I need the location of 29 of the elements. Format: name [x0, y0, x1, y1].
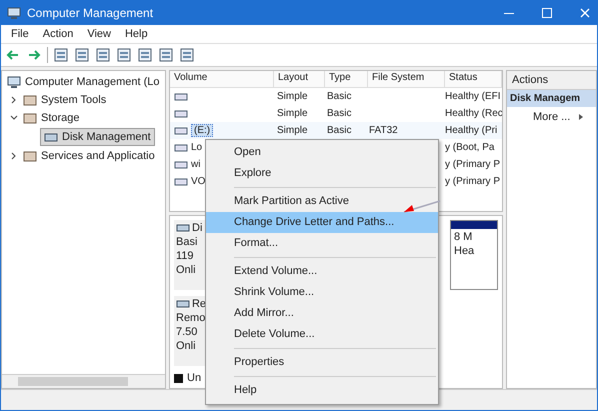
disk-name: Di — [192, 222, 202, 234]
disk-info: Onli — [176, 264, 197, 276]
actions-header: Actions — [507, 71, 596, 90]
disk-info: 119 — [176, 250, 195, 262]
legend-label: Un — [187, 372, 202, 384]
disk-info: 7.50 — [176, 326, 198, 338]
table-cell: FAT32 — [369, 125, 398, 136]
table-cell: Simple — [277, 125, 308, 136]
table-cell: Simple — [277, 108, 308, 119]
disk-info: Onli — [176, 340, 197, 352]
table-cell: Basic — [327, 108, 352, 119]
table-cell: Basic — [327, 125, 352, 136]
table-cell: Lo — [191, 142, 202, 153]
disk-info: Remo — [176, 312, 206, 324]
table-cell: VO — [191, 176, 206, 187]
table-cell: Healthy (EFI — [445, 91, 501, 102]
disk-info: Basi — [176, 236, 198, 248]
partition-info: Hea — [453, 245, 476, 257]
table-cell: wi — [191, 159, 200, 170]
table-cell: y (Primary P — [445, 159, 500, 170]
partition-info: 8 M — [453, 231, 474, 243]
table-cell: Basic — [327, 91, 352, 102]
window-title: Computer Management — [27, 6, 154, 20]
table-cell: y (Boot, Pa — [445, 142, 494, 153]
table-cell: Healthy (Pri — [445, 125, 498, 136]
table-cell: (E:) — [191, 124, 214, 137]
disk-name: Re — [192, 298, 206, 310]
table-cell: Simple — [277, 91, 308, 102]
table-cell: y (Primary P — [445, 176, 500, 187]
